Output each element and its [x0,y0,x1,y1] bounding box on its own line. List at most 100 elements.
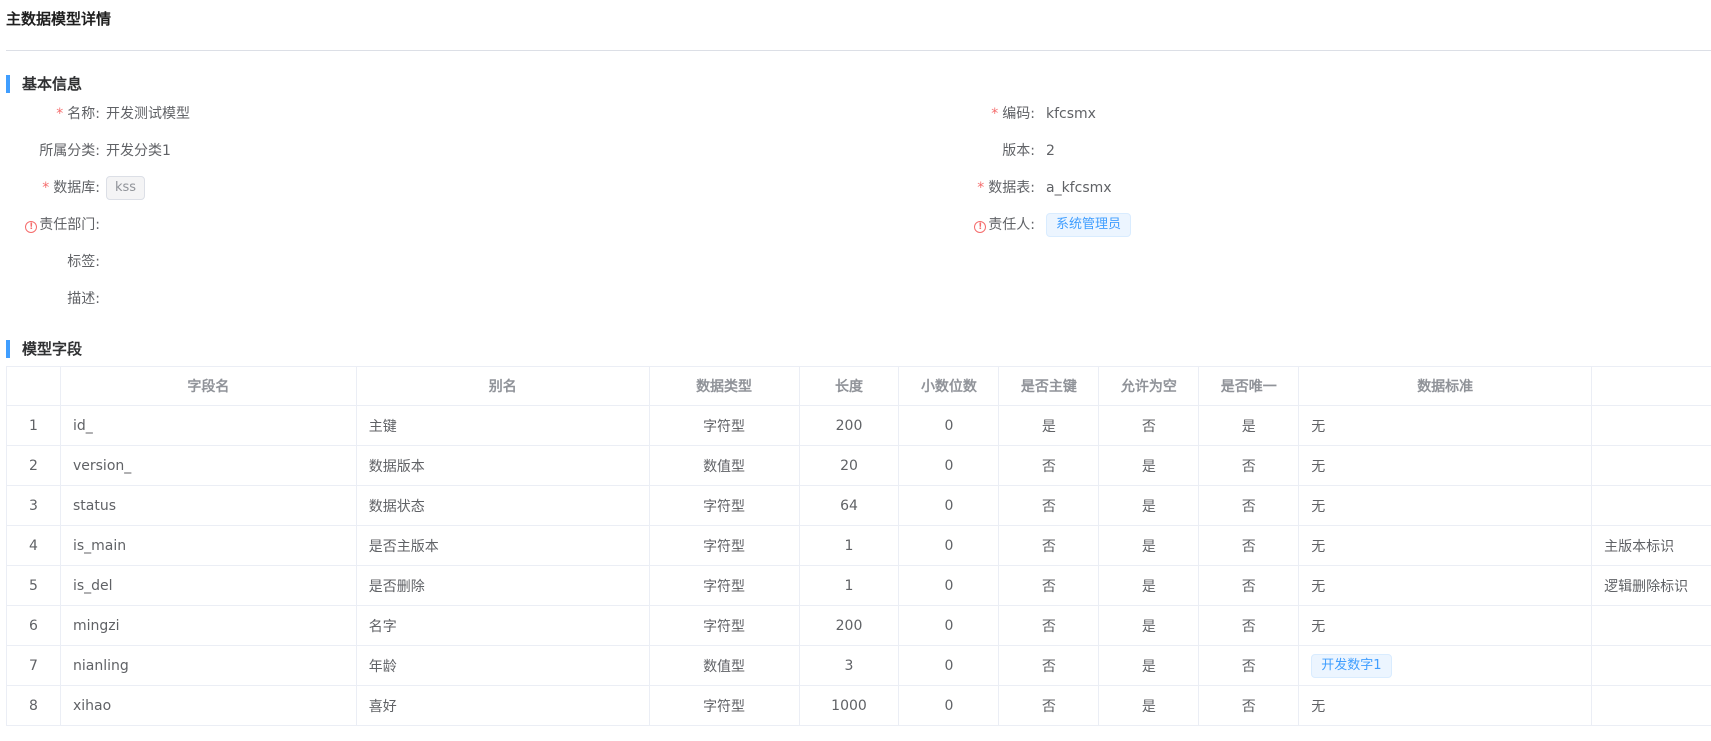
table-row[interactable]: 4 is_main 是否主版本 字符型 1 0 否是否无主版本标识 [7,526,1711,566]
cell-field-name: mingzi [61,606,357,645]
cell-remark [1592,486,1711,525]
owner-tag: 系统管理员 [1046,213,1132,237]
warning-icon: ! [974,221,987,233]
table-row[interactable]: 3 status 数据状态 字符型 64 0 否是否无 [7,486,1711,526]
cell-field-name: xihao [61,686,357,725]
category-value: 开发分类1 [106,143,171,159]
cell-nullable: 是 [1099,606,1200,645]
table-row[interactable]: 6 mingzi 名字 字符型 200 0 否是否无 [7,606,1711,646]
section-title-fields: 模型字段 [6,340,82,358]
desc-label: 描述: [67,291,100,307]
cell-alias: 主键 [357,406,650,445]
cell-data-type: 字符型 [650,686,800,725]
col-header-type[interactable]: 数据类型 [650,367,800,405]
cell-decimals: 0 [899,486,1000,525]
cell-data-standard: 无 [1299,446,1593,485]
cell-nullable: 是 [1099,526,1200,565]
cell-nullable: 是 [1099,646,1200,685]
fields-table: 字段名 别名 数据类型 长度 小数位数 是否主键 允许为空 是否唯一 数据标准 … [6,366,1711,726]
cell-data-type: 数值型 [650,446,800,485]
data-standard-tag[interactable]: 开发数字1 [1311,653,1392,678]
cell-decimals: 0 [899,686,1000,725]
cell-field-name: is_del [61,566,357,605]
col-header-pk[interactable]: 是否主键 [999,367,1100,405]
cell-alias: 年龄 [357,646,650,685]
form-row-dept-owner: ! 责任部门: ! 责任人: 系统管理员 [0,207,1711,244]
cell-field-name: is_main [61,526,357,565]
required-mark: * [991,106,999,122]
cell-alias: 喜好 [357,686,650,725]
cell-data-type: 字符型 [650,486,800,525]
table-row[interactable]: 2 version_ 数据版本 数值型 20 0 否是否无 [7,446,1711,486]
cell-primary-key: 否 [999,526,1100,565]
cell-remark [1592,606,1711,645]
cell-length: 200 [800,606,900,645]
cell-field-name: id_ [61,406,357,445]
col-header-nullable[interactable]: 允许为空 [1099,367,1200,405]
cell-length: 200 [800,406,900,445]
cell-data-type: 数值型 [650,646,800,685]
cell-primary-key: 否 [999,446,1100,485]
form-row-name-code: * 名称: 开发测试模型 * 编码: kfcsmx [0,96,1711,133]
cell-remark [1592,446,1711,485]
cell-alias: 数据状态 [357,486,650,525]
required-mark: * [42,180,50,196]
tags-label: 标签: [67,254,100,270]
cell-primary-key: 否 [999,646,1100,685]
name-label: * 名称: [56,106,100,122]
col-header-alias[interactable]: 别名 [357,367,650,405]
cell-data-standard: 无 [1299,686,1593,725]
cell-unique: 否 [1199,606,1300,645]
cell-remark [1592,406,1711,445]
page-title: 主数据模型详情 [6,10,112,28]
cell-length: 64 [800,486,900,525]
table-header: 字段名 别名 数据类型 长度 小数位数 是否主键 允许为空 是否唯一 数据标准 [7,367,1711,406]
cell-index: 1 [7,406,61,445]
table-row[interactable]: 7 nianling 年龄 数值型 3 0 否是否开发数字1 [7,646,1711,686]
col-header-standard[interactable]: 数据标准 [1299,367,1593,405]
cell-length: 1 [800,526,900,565]
cell-data-type: 字符型 [650,526,800,565]
table-row[interactable]: 1 id_ 主键 字符型 200 0 是否是无 [7,406,1711,446]
warning-icon: ! [25,221,38,233]
cell-unique: 否 [1199,486,1300,525]
cell-field-name: status [61,486,357,525]
cell-primary-key: 否 [999,566,1100,605]
cell-unique: 否 [1199,446,1300,485]
cell-index: 3 [7,486,61,525]
database-label: * 数据库: [42,180,100,196]
code-value: kfcsmx [1046,106,1096,122]
table-row[interactable]: 5 is_del 是否删除 字符型 1 0 否是否无逻辑删除标识 [7,566,1711,606]
form-row-tags: 标签: [0,244,1711,281]
cell-unique: 否 [1199,526,1300,565]
cell-field-name: nianling [61,646,357,685]
cell-length: 3 [800,646,900,685]
section-title-basic: 基本信息 [6,75,82,93]
owner-value: 系统管理员 [1046,207,1132,244]
form-row-desc: 描述: [0,281,1711,318]
code-label: * 编码: [991,106,1035,122]
col-header-decimals[interactable]: 小数位数 [899,367,1000,405]
table-body: 1 id_ 主键 字符型 200 0 是否是无 2 version_ 数据版本 数值型 20 0 否是否无… [7,406,1711,726]
cell-data-type: 字符型 [650,566,800,605]
col-header-remark [1592,367,1711,405]
table-row[interactable]: 8 xihao 喜好 字符型 1000 0 否是否无 [7,686,1711,726]
cell-data-standard: 无 [1299,566,1593,605]
cell-primary-key: 否 [999,606,1100,645]
cell-length: 20 [800,446,900,485]
dept-label: ! 责任部门: [0,207,100,244]
cell-primary-key: 是 [999,406,1100,445]
col-header-index [7,367,61,405]
version-value: 2 [1046,143,1055,159]
cell-index: 2 [7,446,61,485]
col-header-unique[interactable]: 是否唯一 [1199,367,1300,405]
cell-decimals: 0 [899,406,1000,445]
cell-alias: 是否主版本 [357,526,650,565]
col-header-length[interactable]: 长度 [800,367,900,405]
cell-remark [1592,686,1711,725]
cell-index: 4 [7,526,61,565]
database-value: kss [106,170,146,207]
title-divider [6,50,1711,51]
cell-index: 7 [7,646,61,685]
col-header-name[interactable]: 字段名 [61,367,357,405]
